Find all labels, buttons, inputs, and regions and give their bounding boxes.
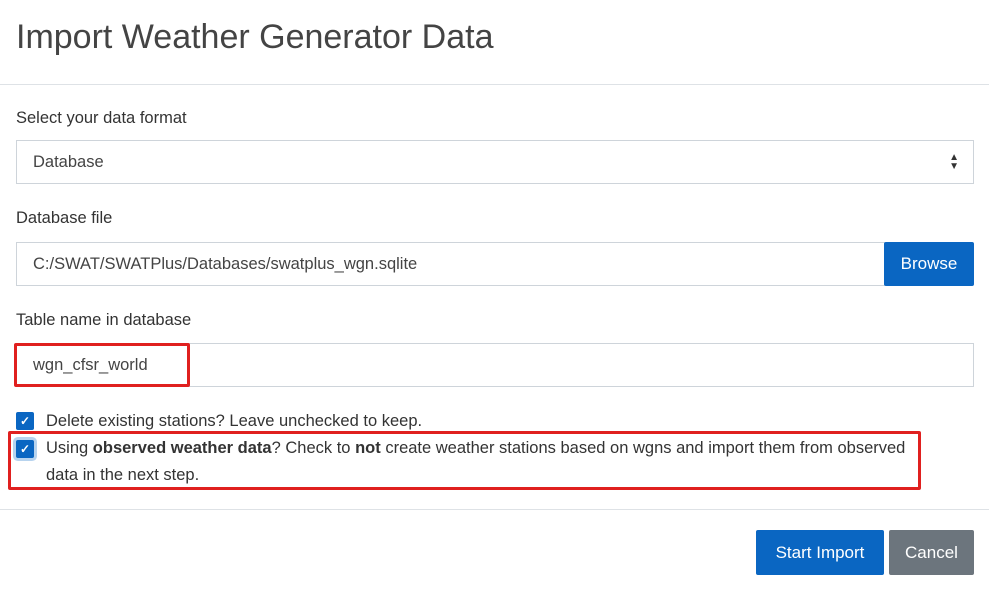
format-value: Database [33, 152, 104, 171]
table-label: Table name in database [16, 311, 192, 329]
dialog-title: Import Weather Generator Data [16, 18, 494, 56]
divider [0, 84, 989, 85]
dbfile-label: Database file [16, 209, 113, 227]
divider [0, 509, 989, 510]
cancel-button[interactable]: Cancel [889, 530, 974, 575]
sort-arrows-icon: ▲ ▼ [949, 152, 959, 172]
highlight-box [8, 431, 921, 490]
start-import-button[interactable]: Start Import [756, 530, 884, 575]
format-label: Select your data format [16, 109, 187, 127]
browse-button[interactable]: Browse [884, 242, 974, 286]
format-select[interactable]: Database ▲ ▼ [16, 140, 974, 184]
check-icon: ✓ [19, 414, 31, 428]
delete-checkbox[interactable]: ✓ [16, 412, 34, 430]
dbfile-input[interactable]: C:/SWAT/SWATPlus/Databases/swatplus_wgn.… [16, 242, 885, 286]
highlight-box [14, 343, 190, 387]
